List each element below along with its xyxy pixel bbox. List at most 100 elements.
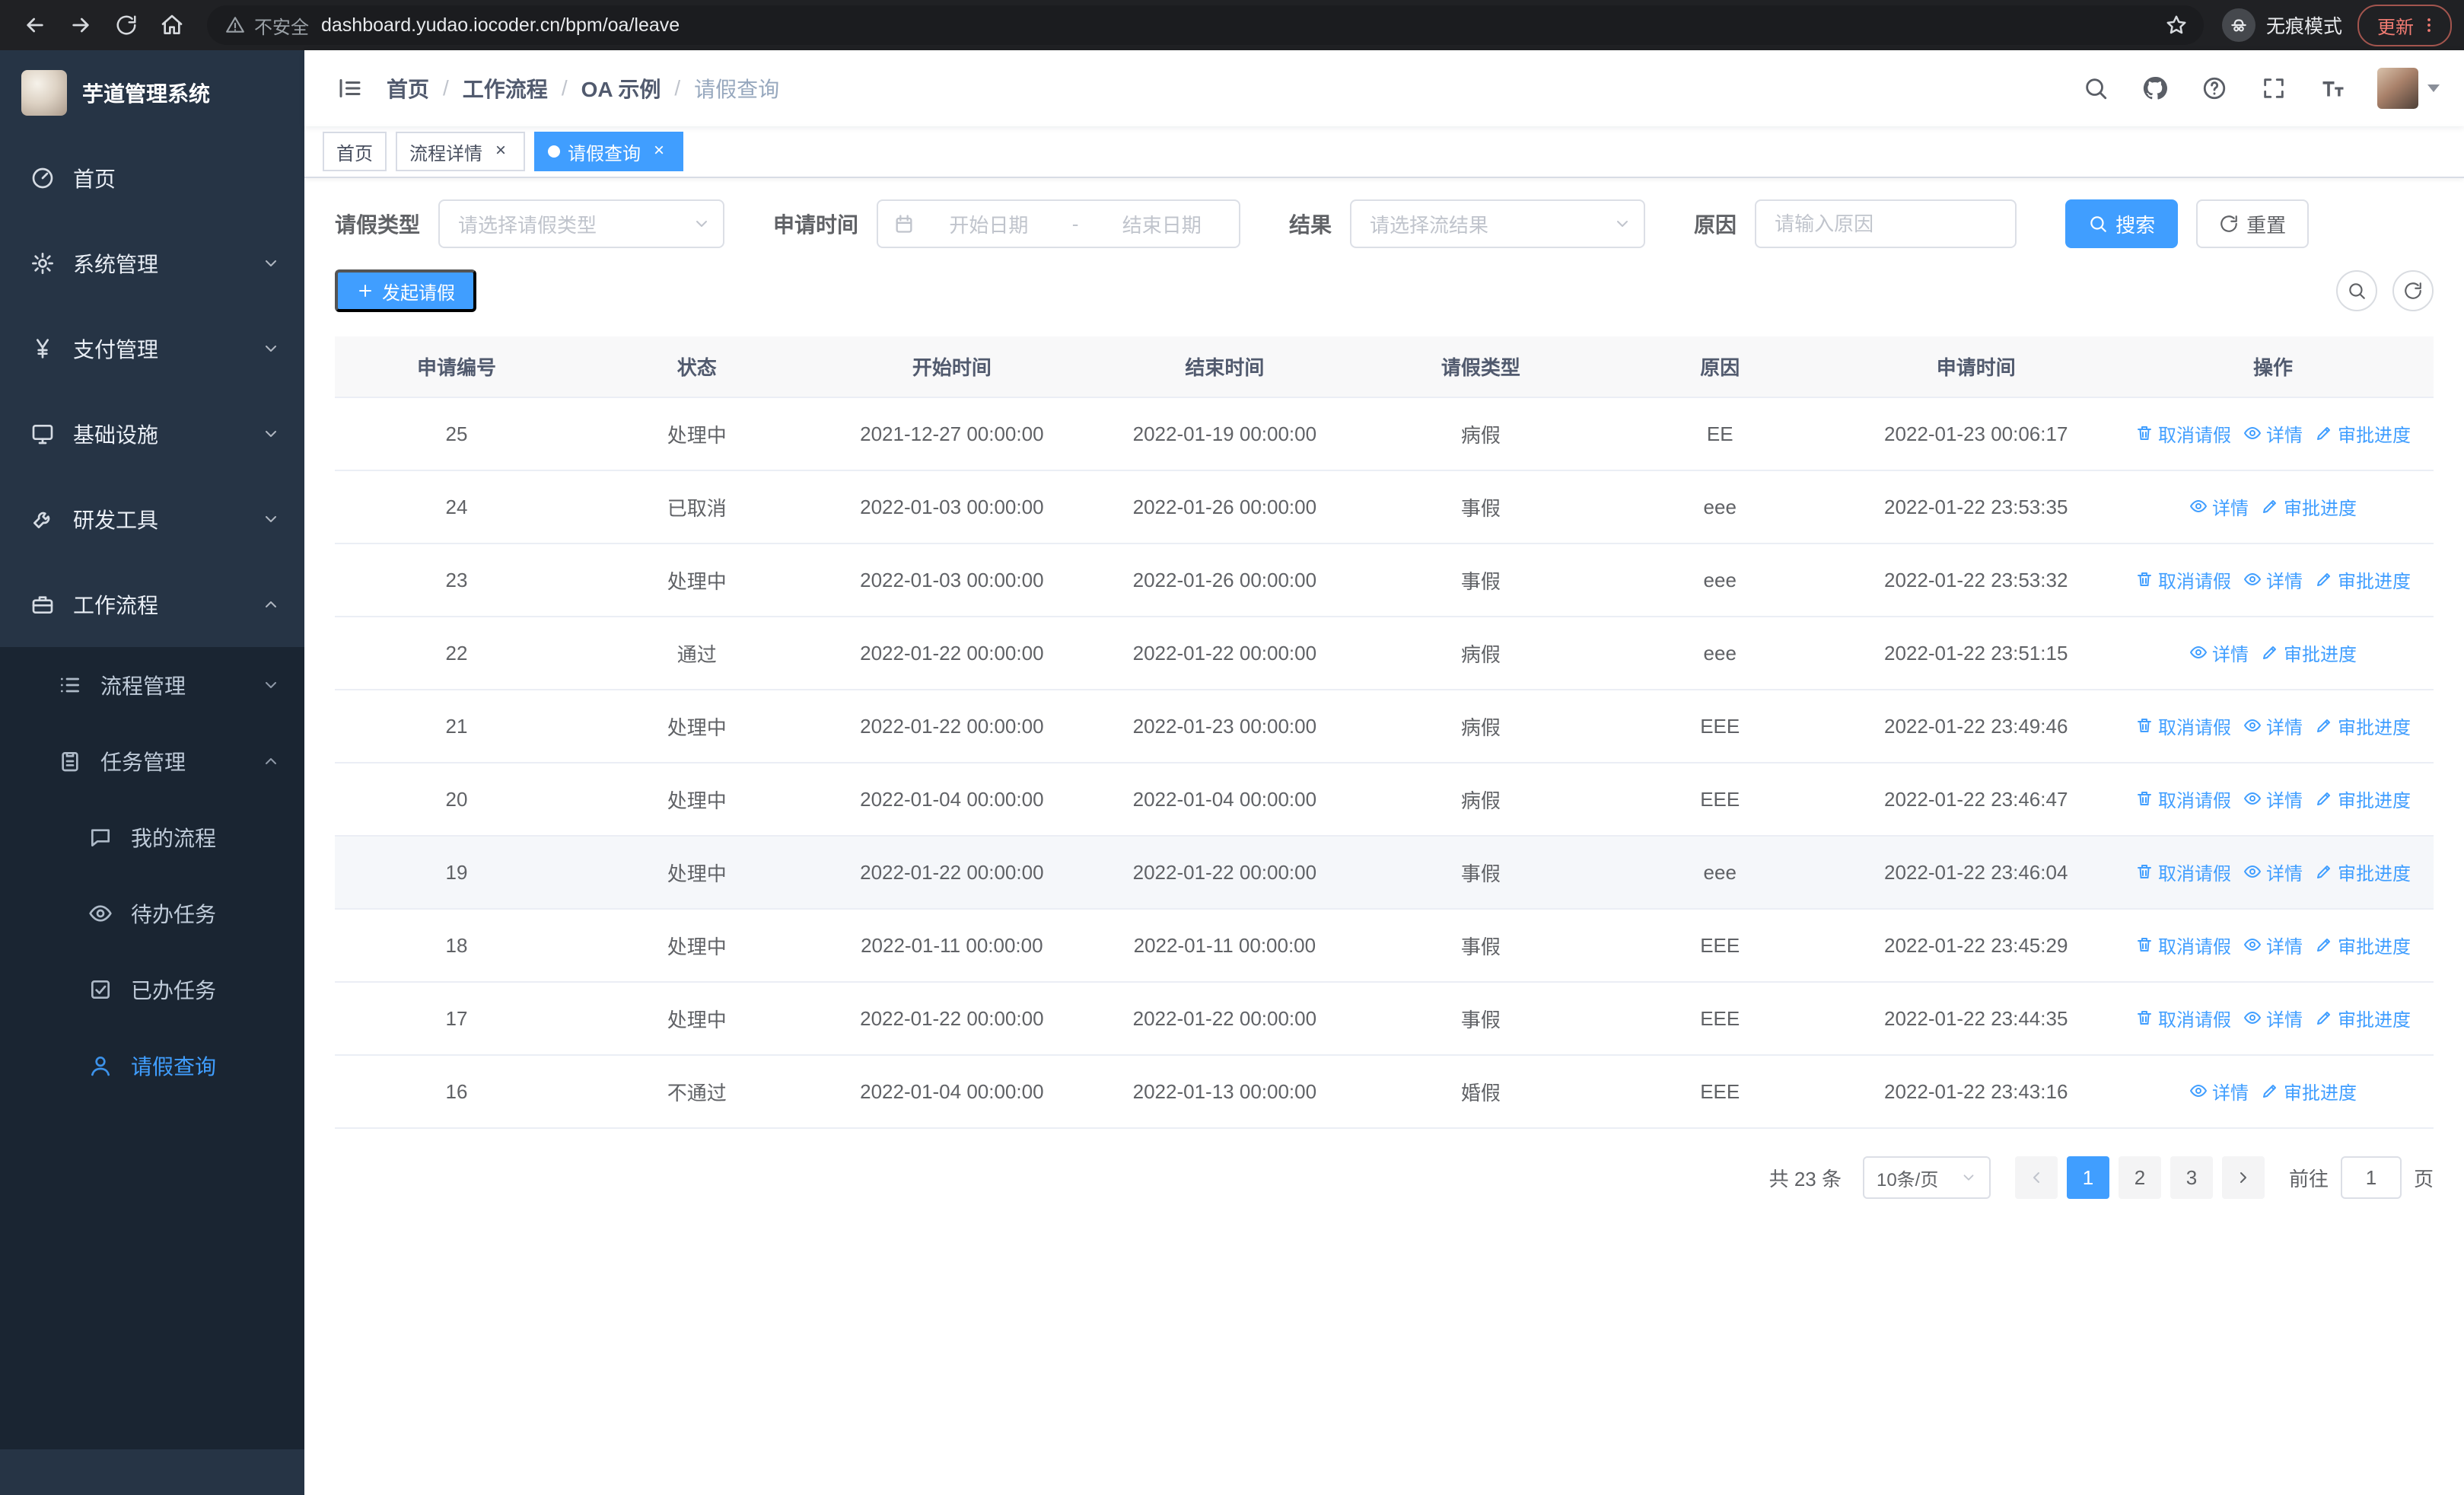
next-page-button[interactable] (2221, 1156, 2265, 1199)
create-leave-button[interactable]: 发起请假 (335, 269, 476, 312)
sidebar-fold-button[interactable] (329, 67, 371, 110)
approval-progress-link[interactable]: 审批进度 (2261, 639, 2357, 666)
cancel-leave-link[interactable]: 取消请假 (2135, 566, 2231, 593)
cell-status: 处理中 (578, 397, 816, 471)
search-button[interactable]: 搜索 (2065, 199, 2179, 248)
toggle-search-button[interactable] (2336, 270, 2377, 311)
cancel-leave-link[interactable]: 取消请假 (2135, 859, 2231, 885)
detail-link[interactable]: 详情 (2243, 712, 2303, 739)
detail-link[interactable]: 详情 (2189, 1078, 2249, 1105)
cell-apply-no: 21 (335, 690, 578, 763)
detail-link[interactable]: 详情 (2189, 493, 2249, 520)
result-label: 结果 (1289, 213, 1332, 237)
action-label: 详情 (2265, 1009, 2303, 1031)
breadcrumb-oa-example[interactable]: OA 示例 (581, 73, 661, 104)
approval-progress-link[interactable]: 审批进度 (2315, 712, 2411, 739)
tab-process-detail[interactable]: 流程详情 × (396, 132, 525, 171)
tab-leave-query[interactable]: 请假查询 × (534, 132, 683, 171)
sidebar-item-task-management[interactable]: 任务管理 (0, 723, 304, 799)
cancel-leave-link[interactable]: 取消请假 (2135, 786, 2231, 812)
cancel-leave-link[interactable]: 取消请假 (2135, 1005, 2231, 1031)
page-button-1[interactable]: 1 (2066, 1156, 2109, 1199)
user-icon (91, 1057, 110, 1076)
leave-type-select[interactable]: 请选择请假类型 (438, 199, 725, 248)
approval-progress-link[interactable]: 审批进度 (2315, 566, 2411, 593)
sidebar-item-payment[interactable]: 支付管理 (0, 306, 304, 391)
browser-forward-button[interactable] (61, 5, 100, 45)
bookmark-star-icon[interactable] (2158, 7, 2195, 43)
address-bar[interactable]: 不安全 dashboard.yudao.iocoder.cn/bpm/oa/le… (207, 5, 2204, 45)
header-search-icon[interactable] (2080, 73, 2111, 104)
chevron-down-icon (266, 682, 276, 688)
sidebar-item-system[interactable]: 系统管理 (0, 221, 304, 306)
detail-link[interactable]: 详情 (2243, 859, 2303, 885)
browser-reload-button[interactable] (107, 5, 146, 45)
col-apply-time: 申请时间 (1839, 336, 2112, 398)
apply-time-range-picker[interactable]: 开始日期 - 结束日期 (877, 199, 1241, 248)
reason-input[interactable] (1755, 199, 2017, 248)
approval-progress-link[interactable]: 审批进度 (2315, 786, 2411, 812)
cell-end-time: 2022-01-04 00:00:00 (1088, 763, 1361, 837)
sidebar-item-leave-query[interactable]: 请假查询 (0, 1028, 304, 1104)
breadcrumb-workflow[interactable]: 工作流程 (463, 73, 548, 104)
action-label: 取消请假 (2157, 571, 2231, 592)
approval-progress-link[interactable]: 审批进度 (2261, 1078, 2357, 1105)
cell-actions: 详情 审批进度 (2112, 470, 2434, 544)
browser-update-button[interactable]: 更新 (2357, 4, 2452, 46)
approval-progress-link[interactable]: 审批进度 (2261, 493, 2357, 520)
detail-link[interactable]: 详情 (2189, 639, 2249, 666)
detail-link[interactable]: 详情 (2243, 420, 2303, 447)
chat-icon (91, 829, 110, 846)
user-menu[interactable] (2377, 68, 2440, 109)
result-select[interactable]: 请选择流结果 (1350, 199, 1646, 248)
breadcrumb: 首页 / 工作流程 / OA 示例 / 请假查询 (387, 73, 779, 104)
reset-button[interactable]: 重置 (2196, 199, 2310, 248)
sidebar-item-todo-tasks[interactable]: 待办任务 (0, 875, 304, 952)
cell-end-time: 2022-01-23 00:00:00 (1088, 690, 1361, 763)
cell-end-time: 2022-01-13 00:00:00 (1088, 1055, 1361, 1129)
github-icon[interactable] (2140, 73, 2170, 104)
detail-link[interactable]: 详情 (2243, 566, 2303, 593)
detail-link[interactable]: 详情 (2243, 932, 2303, 958)
cell-apply-time: 2022-01-22 23:51:15 (1839, 617, 2112, 690)
refresh-table-button[interactable] (2392, 270, 2434, 311)
trash-icon (2137, 792, 2151, 806)
detail-link[interactable]: 详情 (2243, 1005, 2303, 1031)
cancel-leave-link[interactable]: 取消请假 (2135, 712, 2231, 739)
browser-back-button[interactable] (15, 5, 55, 45)
close-icon[interactable]: × (490, 141, 511, 162)
page-button-2[interactable]: 2 (2118, 1156, 2161, 1199)
sidebar-item-devtools[interactable]: 研发工具 (0, 477, 304, 562)
cell-status: 处理中 (578, 690, 816, 763)
approval-progress-link[interactable]: 审批进度 (2315, 420, 2411, 447)
detail-link[interactable]: 详情 (2243, 786, 2303, 812)
table-row: 24 已取消 2022-01-03 00:00:00 2022-01-26 00:00… (335, 470, 2434, 544)
approval-progress-link[interactable]: 审批进度 (2315, 859, 2411, 885)
approval-progress-link[interactable]: 审批进度 (2315, 1005, 2411, 1031)
security-warning[interactable]: 不安全 (225, 12, 309, 39)
sidebar-item-done-tasks[interactable]: 已办任务 (0, 952, 304, 1028)
page-button-3[interactable]: 3 (2170, 1156, 2213, 1199)
font-size-icon[interactable] (2318, 73, 2348, 104)
tab-home[interactable]: 首页 (323, 132, 387, 171)
cancel-leave-link[interactable]: 取消请假 (2135, 420, 2231, 447)
sidebar-filler (0, 1104, 304, 1449)
eye-icon (2243, 573, 2261, 586)
app-logo[interactable]: 芋道管理系统 (0, 50, 304, 135)
close-icon[interactable]: × (648, 141, 670, 162)
browser-home-button[interactable] (152, 5, 192, 45)
page-size-select[interactable]: 10条/页 (1862, 1156, 1991, 1199)
help-icon[interactable] (2199, 73, 2230, 104)
cancel-leave-link[interactable]: 取消请假 (2135, 932, 2231, 958)
sidebar-item-process-management[interactable]: 流程管理 (0, 647, 304, 723)
breadcrumb-home[interactable]: 首页 (387, 73, 429, 104)
sidebar-item-home[interactable]: 首页 (0, 135, 304, 221)
sidebar-item-my-process[interactable]: 我的流程 (0, 799, 304, 875)
sidebar-item-infrastructure[interactable]: 基础设施 (0, 391, 304, 477)
chevron-down-icon (696, 221, 708, 227)
approval-progress-link[interactable]: 审批进度 (2315, 932, 2411, 958)
prev-page-button[interactable] (2014, 1156, 2058, 1199)
goto-page-input[interactable] (2340, 1156, 2402, 1199)
sidebar-item-workflow[interactable]: 工作流程 (0, 562, 304, 647)
fullscreen-icon[interactable] (2259, 73, 2289, 104)
